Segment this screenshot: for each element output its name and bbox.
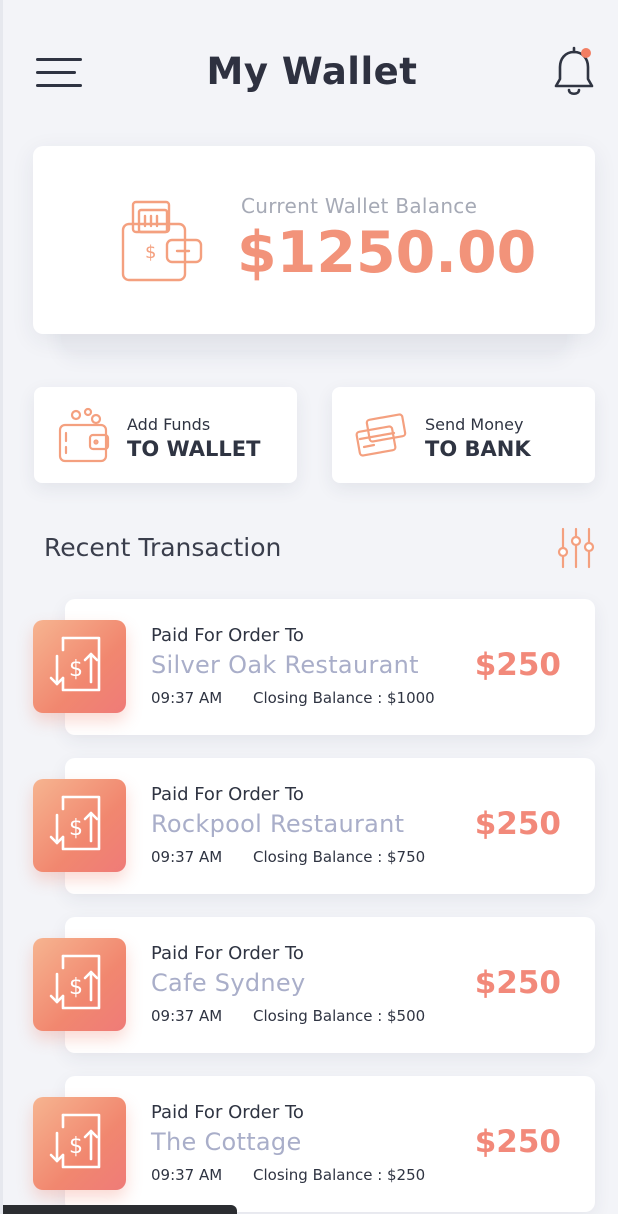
send-money-button[interactable]: Send Money TO BANK	[332, 387, 595, 483]
filter-sliders-icon[interactable]	[555, 527, 597, 569]
svg-text:$: $	[69, 975, 83, 1000]
wallet-icon: $	[119, 196, 205, 284]
transaction-closing-balance: Closing Balance : $1000	[253, 689, 435, 707]
add-funds-button[interactable]: Add Funds TO WALLET	[34, 387, 297, 483]
svg-text:$: $	[145, 242, 156, 263]
transaction-time: 09:37 AM	[151, 1166, 223, 1184]
transaction-label: Paid For Order To	[151, 625, 304, 646]
to-wallet-label: TO WALLET	[127, 437, 261, 461]
balance-amount: $1250.00	[237, 220, 537, 286]
to-bank-label: TO BANK	[425, 437, 531, 461]
transaction-label: Paid For Order To	[151, 1102, 304, 1123]
transaction-item[interactable]: Paid For Order To The Cottage 09:37 AM C…	[65, 1076, 595, 1212]
transfer-icon: $	[33, 938, 126, 1031]
transaction-merchant: Rockpool Restaurant	[151, 810, 405, 838]
svg-text:$: $	[69, 816, 83, 841]
transaction-label: Paid For Order To	[151, 784, 304, 805]
bell-icon[interactable]	[551, 46, 597, 100]
transaction-amount: $250	[474, 806, 561, 842]
transaction-amount: $250	[474, 965, 561, 1001]
transfer-icon: $	[33, 1097, 126, 1190]
add-funds-wallet-icon	[56, 407, 112, 463]
svg-text:$: $	[69, 657, 83, 682]
transaction-merchant: Silver Oak Restaurant	[151, 651, 419, 679]
notification-dot	[581, 48, 591, 58]
transaction-time: 09:37 AM	[151, 689, 223, 707]
add-funds-label: Add Funds	[127, 415, 211, 434]
transaction-closing-balance: Closing Balance : $750	[253, 848, 426, 866]
balance-card: $ Current Wallet Balance $1250.00	[33, 146, 595, 334]
bank-cards-icon	[354, 407, 410, 463]
balance-label: Current Wallet Balance	[241, 194, 478, 218]
transaction-item[interactable]: Paid For Order To Silver Oak Restaurant …	[65, 599, 595, 735]
transaction-closing-balance: Closing Balance : $250	[253, 1166, 426, 1184]
transfer-icon: $	[33, 620, 126, 713]
app-header: My Wallet	[3, 40, 618, 110]
transaction-time: 09:37 AM	[151, 1007, 223, 1025]
transfer-icon: $	[33, 779, 126, 872]
transaction-time: 09:37 AM	[151, 848, 223, 866]
recent-transaction-title: Recent Transaction	[44, 533, 282, 562]
transaction-merchant: Cafe Sydney	[151, 969, 306, 997]
send-money-label: Send Money	[425, 415, 524, 434]
page-title: My Wallet	[206, 50, 418, 93]
transaction-item[interactable]: Paid For Order To Rockpool Restaurant 09…	[65, 758, 595, 894]
bottom-home-bar	[3, 1205, 237, 1214]
transaction-amount: $250	[474, 647, 561, 683]
transaction-amount: $250	[474, 1124, 561, 1160]
transaction-label: Paid For Order To	[151, 943, 304, 964]
transaction-closing-balance: Closing Balance : $500	[253, 1007, 426, 1025]
wallet-screen: My Wallet $ Current Wallet Balance $1250…	[0, 0, 618, 1214]
transaction-merchant: The Cottage	[151, 1128, 302, 1156]
transaction-item[interactable]: Paid For Order To Cafe Sydney 09:37 AM C…	[65, 917, 595, 1053]
svg-text:$: $	[69, 1134, 83, 1159]
